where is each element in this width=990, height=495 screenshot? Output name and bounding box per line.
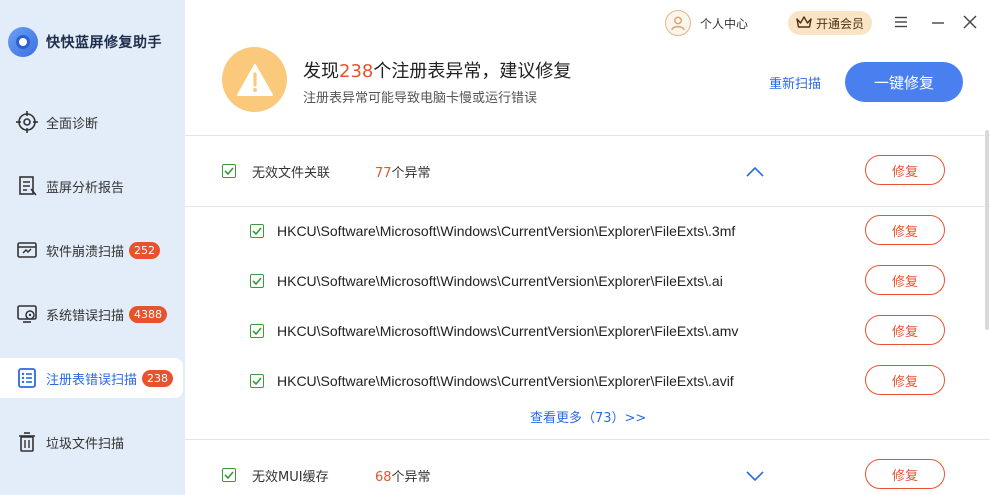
sidebar-item-label: 系统错误扫描 [46,308,125,324]
vip-button[interactable]: 开通会员 [788,11,872,35]
target-icon [16,111,38,133]
group-checkbox[interactable] [222,468,236,482]
app-crash-icon [16,239,38,261]
group-issue-count: 77个异常 [375,165,431,181]
group-fix-button[interactable]: 修复 [865,155,945,185]
entry-fix-button[interactable]: 修复 [865,365,945,395]
scrollbar[interactable] [985,130,989,330]
entry-fix-button[interactable]: 修复 [865,265,945,295]
registry-entry-row: HKCU\Software\Microsoft\Windows\CurrentV… [250,271,723,291]
divider [185,439,990,440]
divider [185,206,990,207]
see-more-link[interactable]: 查看更多（73）>> [530,407,646,426]
collapse-chevron-icon[interactable] [745,164,765,178]
sidebar-item-label: 全面诊断 [46,116,99,132]
registry-entry-row: HKCU\Software\Microsoft\Windows\CurrentV… [250,371,734,391]
rescan-link[interactable]: 重新扫描 [769,73,821,92]
entry-checkbox[interactable] [250,274,264,288]
entry-checkbox[interactable] [250,324,264,338]
entry-checkbox[interactable] [250,224,264,238]
summary-title: 发现238个注册表异常，建议修复 [303,61,572,82]
registry-path: HKCU\Software\Microsoft\Windows\CurrentV… [277,223,736,239]
sidebar-item-label: 垃圾文件扫描 [46,436,125,452]
avatar-icon [665,10,691,36]
sidebar-item-system-error-scan[interactable]: 系统错误扫描 4388 [0,294,183,334]
sidebar-item-app-crash-scan[interactable]: 软件崩溃扫描 252 [0,230,183,270]
fix-all-button[interactable]: 一键修复 [845,62,963,102]
app-header: 快快蓝屏修复助手 [8,26,162,58]
crown-icon [796,15,812,32]
sidebar-item-label: 蓝屏分析报告 [46,180,125,196]
sidebar: 快快蓝屏修复助手 全面诊断 蓝屏分析报告 软件崩溃扫描 252 系统错误扫描 4… [0,0,185,495]
group-name: 无效MUI缓存 [252,469,329,485]
registry-icon [16,367,38,389]
entry-fix-button[interactable]: 修复 [865,215,945,245]
registry-entry-row: HKCU\Software\Microsoft\Windows\CurrentV… [250,321,738,341]
registry-path: HKCU\Software\Microsoft\Windows\CurrentV… [277,273,723,289]
entry-checkbox[interactable] [250,374,264,388]
summary-subtitle: 注册表异常可能导致电脑卡慢或运行错误 [303,91,538,106]
count-badge: 4388 [129,305,168,323]
close-icon[interactable] [962,14,978,30]
group-name: 无效文件关联 [252,165,331,181]
user-center-button[interactable]: 个人中心 [665,10,748,36]
count-badge: 238 [142,369,174,387]
vip-label: 开通会员 [815,16,864,31]
system-error-icon [16,303,38,325]
minimize-icon[interactable] [930,14,946,30]
sidebar-item-junk-file-scan[interactable]: 垃圾文件扫描 [0,422,183,462]
app-title: 快快蓝屏修复助手 [46,35,162,51]
sidebar-item-bsod-report[interactable]: 蓝屏分析报告 [0,166,183,206]
group-fix-button[interactable]: 修复 [865,459,945,489]
app-logo-icon [8,27,38,57]
group-header-invalid-mui-cache: 无效MUI缓存 68个异常 [222,465,431,485]
menu-icon[interactable] [893,14,909,30]
sidebar-item-registry-scan[interactable]: 注册表错误扫描 238 [0,358,183,398]
sidebar-item-full-diagnosis[interactable]: 全面诊断 [0,102,183,142]
registry-entry-row: HKCU\Software\Microsoft\Windows\CurrentV… [250,221,735,241]
registry-path: HKCU\Software\Microsoft\Windows\CurrentV… [277,373,734,389]
sidebar-item-label: 软件崩溃扫描 [46,244,125,260]
expand-chevron-icon[interactable] [745,468,765,482]
entry-fix-button[interactable]: 修复 [865,315,945,345]
user-center-label: 个人中心 [700,16,749,31]
sidebar-item-label: 注册表错误扫描 [46,372,138,388]
registry-path: HKCU\Software\Microsoft\Windows\CurrentV… [277,323,739,339]
warning-icon [222,47,287,112]
report-icon [16,175,38,197]
group-checkbox[interactable] [222,164,236,178]
group-issue-count: 68个异常 [375,469,431,485]
trash-icon [16,431,38,453]
count-badge: 252 [129,241,161,259]
group-header-invalid-file-assoc: 无效文件关联 77个异常 [222,161,431,181]
top-bar: 个人中心 开通会员 [185,0,990,46]
issue-count: 238 [339,61,374,82]
divider [185,135,990,136]
